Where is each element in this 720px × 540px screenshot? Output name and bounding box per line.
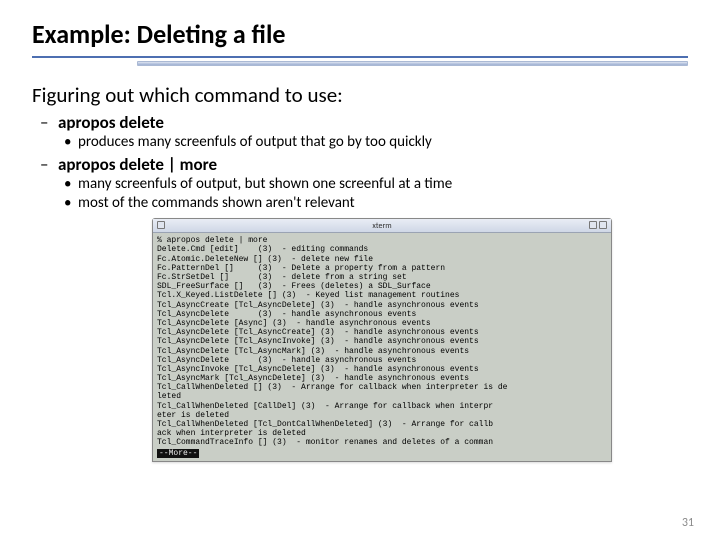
terminal-line: % apropos delete | more: [157, 236, 607, 245]
terminal-line: Fc.PatternDel [] (3) - Delete a property…: [157, 264, 607, 273]
terminal-line: leted: [157, 392, 607, 401]
terminal-line: Tcl_AsyncDelete [Tcl_AsyncMark] (3) - ha…: [157, 347, 607, 356]
bullet-2-label: apropos delete | more: [58, 154, 217, 175]
more-prompt: --More--: [157, 449, 199, 458]
terminal-line: Fc.Atomic.DeleteNew [] (3) - delete new …: [157, 255, 607, 264]
terminal-title: xterm: [372, 221, 391, 231]
bullet-1-sub-1: produces many screenfuls of output that …: [78, 133, 688, 152]
page-number: 31: [682, 516, 694, 530]
bullet-1: apropos delete produces many screenfuls …: [58, 112, 688, 152]
slide-title: Example: Deleting a file: [32, 18, 688, 50]
bullet-2-sub-1: many screenfuls of output, but shown one…: [78, 175, 688, 194]
terminal-line: Tcl_AsyncMark [Tcl_AsyncDelete] (3) - ha…: [157, 374, 607, 383]
terminal-line: Tcl_AsyncCreate [Tcl_AsyncDelete] (3) - …: [157, 301, 607, 310]
subheading: Figuring out which command to use:: [32, 82, 688, 108]
terminal-line: Fc.StrSetDel [] (3) - delete from a stri…: [157, 273, 607, 282]
terminal-line: eter is deleted: [157, 411, 607, 420]
bullet-2-sub-2: most of the commands shown aren't releva…: [78, 194, 688, 213]
terminal-titlebar: xterm: [153, 219, 611, 233]
terminal-line: Tcl_AsyncDelete [Tcl_AsyncCreate] (3) - …: [157, 328, 607, 337]
terminal-line: Tcl_CommandTraceInfo [] (3) - monitor re…: [157, 438, 607, 447]
terminal-line: Tcl_CallWhenDeleted [] (3) - Arrange for…: [157, 383, 607, 392]
terminal-line: ack when interpreter is deleted: [157, 429, 607, 438]
terminal-window: xterm % apropos delete | moreDelete.Cmd …: [152, 218, 612, 462]
titlebar-button: [599, 221, 607, 229]
terminal-line: Tcl.X_Keyed.ListDelete [] (3) - Keyed li…: [157, 291, 607, 300]
terminal-line: Tcl_AsyncDelete (3) - handle asynchronou…: [157, 356, 607, 365]
terminal-line: Tcl_AsyncDelete [Tcl_AsyncInvoke] (3) - …: [157, 337, 607, 346]
bullet-1-label: apropos delete: [58, 112, 164, 133]
terminal-line: Delete.Cmd [edit] (3) - editing commands: [157, 245, 607, 254]
terminal-line: Tcl_AsyncDelete (3) - handle asynchronou…: [157, 310, 607, 319]
terminal-line: Tcl_CallWhenDeleted [Tcl_DontCallWhenDel…: [157, 420, 607, 429]
terminal-line: Tcl_CallWhenDeleted [CallDel] (3) - Arra…: [157, 402, 607, 411]
terminal-line: Tcl_AsyncDelete [Async] (3) - handle asy…: [157, 319, 607, 328]
terminal-line: Tcl_AsyncInvoke [Tcl_AsyncDelete] (3) - …: [157, 365, 607, 374]
terminal-line: SDL_FreeSurface [] (3) - Frees (deletes)…: [157, 282, 607, 291]
terminal-body: % apropos delete | moreDelete.Cmd [edit]…: [153, 233, 611, 461]
titlebar-button: [589, 221, 597, 229]
bullet-list: apropos delete produces many screenfuls …: [32, 112, 688, 212]
titlebar-button: [157, 221, 165, 229]
bullet-2: apropos delete | more many screenfuls of…: [58, 154, 688, 213]
title-underline: [32, 56, 688, 66]
